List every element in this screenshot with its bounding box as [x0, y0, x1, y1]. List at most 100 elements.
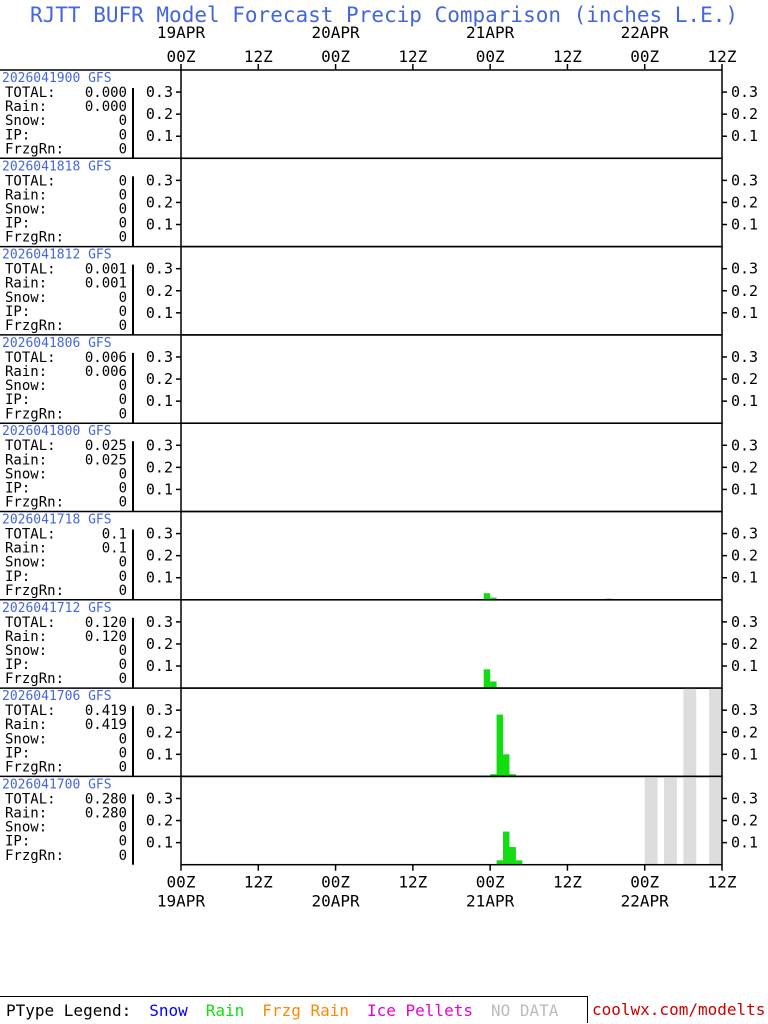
y-tick-label-right: 0.1 — [731, 392, 758, 410]
y-tick-label-left: 0.3 — [146, 613, 173, 631]
top-date-label: 19APR — [157, 23, 206, 42]
nodata-band — [683, 688, 697, 777]
model-run-panel: 0.1 0.10.2 0.20.3 0.32026041706 GFSTOTAL: 0.… — [0, 687, 758, 778]
bottom-tick-label: 12Z — [708, 873, 737, 892]
model-run-panel: 0.1 0.10.2 0.20.3 0.32026041800 GFSTOTAL: 0.… — [0, 422, 758, 513]
rain-bar — [509, 847, 516, 865]
stat-value: 0 — [119, 848, 127, 864]
y-tick-label-left: 0.1 — [146, 392, 173, 410]
bottom-tick-label: 00Z — [321, 873, 350, 892]
stat-value: 0 — [119, 318, 127, 334]
y-tick-label-right: 0.1 — [731, 304, 758, 322]
bottom-date-label: 22APR — [621, 892, 670, 911]
y-tick-label-right: 0.2 — [731, 812, 758, 830]
y-tick-label-right: 0.3 — [731, 436, 758, 454]
panel-frame — [180, 775, 723, 866]
stat-label: FrzgRn: — [5, 848, 64, 864]
model-run-panel: 0.1 0.10.2 0.20.3 0.32026041812 GFSTOTAL: 0.… — [0, 245, 758, 336]
y-tick-label-left: 0.1 — [146, 127, 173, 145]
stat-value: 0 — [119, 760, 127, 776]
y-tick-label-left: 0.2 — [146, 193, 173, 211]
rain-bar — [503, 831, 510, 865]
y-tick-label-right: 0.1 — [731, 569, 758, 587]
rain-bar — [483, 669, 491, 689]
stat-value: 0 — [119, 671, 127, 687]
y-tick-label-left: 0.2 — [146, 105, 173, 123]
top-tick-label: 00Z — [321, 47, 350, 66]
y-tick-label-right: 0.2 — [731, 458, 758, 476]
y-tick-label-right: 0.3 — [731, 789, 758, 807]
panel-frame — [180, 422, 723, 513]
top-date-label: 20APR — [311, 23, 360, 42]
panel-frame — [180, 157, 723, 248]
y-tick-label-left: 0.1 — [146, 480, 173, 498]
y-tick-label-left: 0.1 — [146, 216, 173, 234]
stat-value: 0 — [119, 495, 127, 511]
y-tick-label-right: 0.2 — [731, 282, 758, 300]
nodata-band — [644, 776, 658, 865]
rain-bar — [496, 714, 504, 777]
nodata-band — [709, 688, 722, 777]
y-tick-label-left: 0.3 — [146, 701, 173, 719]
model-run-name: 2026041700 GFS — [2, 777, 112, 792]
bottom-tick-label: 00Z — [630, 873, 659, 892]
y-tick-label-left: 0.2 — [146, 547, 173, 565]
model-run-panels: 0.1 0.10.2 0.20.3 0.32026041900 GFSTOTAL: 0.… — [0, 69, 758, 866]
stat-label: FrzgRn: — [5, 583, 64, 599]
stat-label: FrzgRn: — [5, 318, 64, 334]
y-tick-label-right: 0.3 — [731, 260, 758, 278]
model-run-panel: 0.1 0.10.2 0.20.3 0.32026041818 GFSTOTAL: 0R… — [0, 157, 758, 248]
model-run-name: 2026041818 GFS — [2, 159, 112, 174]
model-run-panel: 0.1 0.10.2 0.20.3 0.32026041718 GFSTOTAL: 0.… — [0, 510, 758, 601]
nodata-band — [683, 776, 697, 865]
stat-value: 0 — [119, 406, 127, 422]
y-tick-label-right: 0.1 — [731, 480, 758, 498]
y-tick-label-right: 0.1 — [731, 834, 758, 852]
y-tick-label-left: 0.2 — [146, 812, 173, 830]
y-tick-label-right: 0.3 — [731, 613, 758, 631]
top-date-label: 21APR — [466, 23, 515, 42]
nodata-band — [664, 776, 677, 865]
y-tick-label-right: 0.3 — [731, 83, 758, 101]
rain-bar — [490, 681, 497, 689]
top-tick-label: 12Z — [708, 47, 737, 66]
site-link[interactable]: coolwx.com/modelts — [592, 1000, 765, 1019]
y-tick-label-right: 0.1 — [731, 745, 758, 763]
stat-label: FrzgRn: — [5, 406, 64, 422]
panel-frame — [180, 510, 723, 601]
stat-label: FrzgRn: — [5, 230, 64, 246]
model-run-name: 2026041800 GFS — [2, 424, 112, 439]
y-tick-label-left: 0.3 — [146, 171, 173, 189]
y-tick-label-right: 0.3 — [731, 525, 758, 543]
top-tick-label: 00Z — [167, 47, 196, 66]
stat-label: FrzgRn: — [5, 495, 64, 511]
y-tick-label-left: 0.2 — [146, 370, 173, 388]
bottom-date-label: 19APR — [157, 892, 206, 911]
y-tick-label-right: 0.2 — [731, 723, 758, 741]
y-tick-label-left: 0.2 — [146, 723, 173, 741]
bottom-date-label: 20APR — [311, 892, 360, 911]
y-tick-label-left: 0.3 — [146, 83, 173, 101]
top-tick-label: 12Z — [398, 47, 427, 66]
rain-bar — [503, 754, 510, 777]
stat-value: 0 — [119, 583, 127, 599]
stat-label: FrzgRn: — [5, 141, 64, 157]
legend-box — [0, 996, 588, 1023]
model-run-panel: 0.1 0.10.2 0.20.3 0.32026041900 GFSTOTAL: 0.… — [0, 69, 758, 160]
model-run-name: 2026041812 GFS — [2, 248, 112, 263]
top-tick-label: 00Z — [476, 47, 505, 66]
model-run-panel: 0.1 0.10.2 0.20.3 0.32026041712 GFSTOTAL: 0.… — [0, 599, 758, 689]
y-tick-label-right: 0.1 — [731, 657, 758, 675]
top-time-axis: 00Z 12Z 00Z 12Z 00Z 12Z 00Z 12Z 19APR 20APR 21APR 2… — [157, 23, 737, 70]
y-tick-label-left: 0.1 — [146, 304, 173, 322]
y-tick-label-left: 0.2 — [146, 635, 173, 653]
top-date-label: 22APR — [621, 23, 670, 42]
y-tick-label-right: 0.2 — [731, 547, 758, 565]
model-run-panel: 0.1 0.10.2 0.20.3 0.32026041700 GFSTOTAL: 0.… — [0, 775, 758, 866]
y-tick-label-left: 0.1 — [146, 745, 173, 763]
y-tick-label-right: 0.1 — [731, 216, 758, 234]
y-tick-label-left: 0.1 — [146, 657, 173, 675]
precip-comparison-chart: RJTT BUFR Model Forecast Precip Comparis… — [0, 3, 758, 911]
y-tick-label-left: 0.3 — [146, 348, 173, 366]
bottom-tick-label: 12Z — [553, 873, 582, 892]
